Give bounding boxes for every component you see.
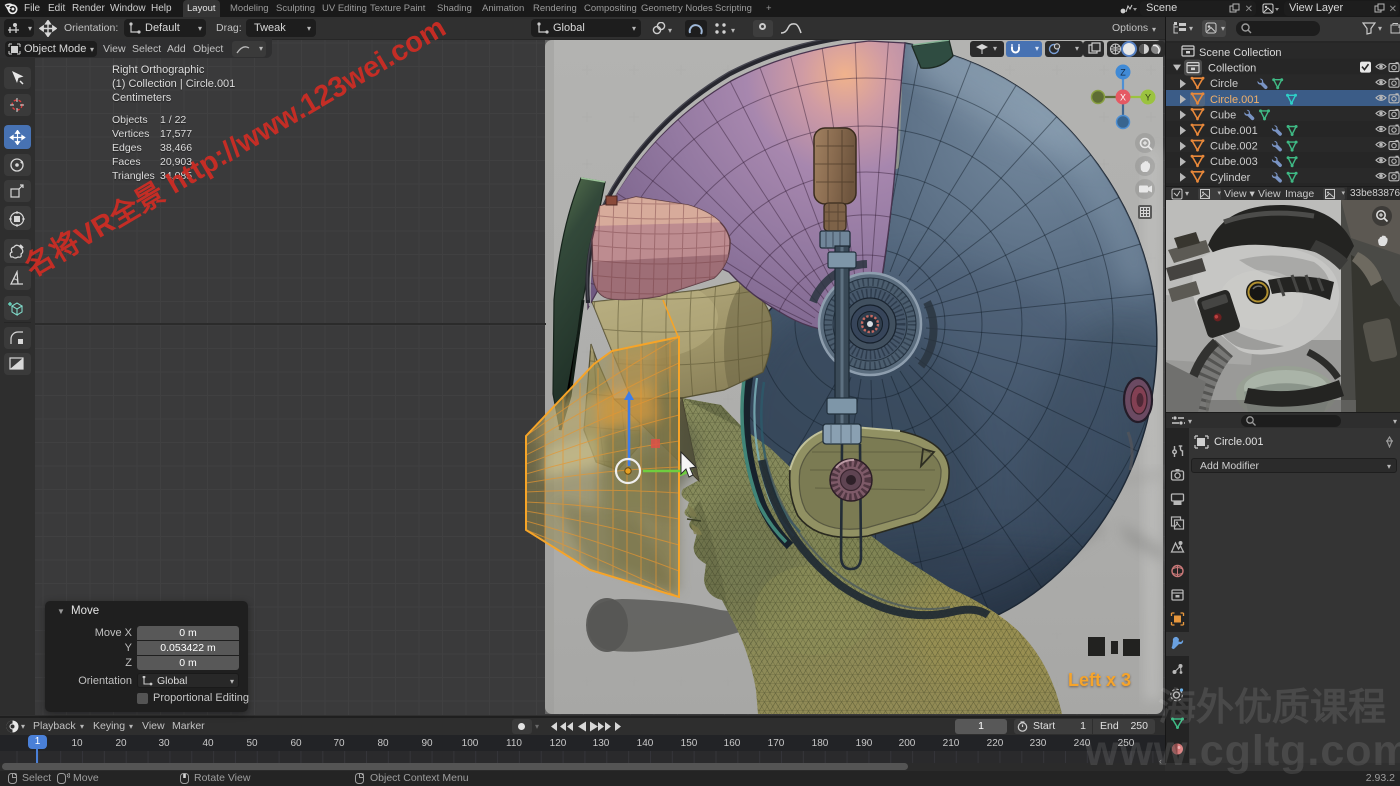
- svg-text:Scene Collection: Scene Collection: [1199, 47, 1282, 59]
- svg-text:Circle.001: Circle.001: [1210, 94, 1260, 106]
- svg-text:Cube.002: Cube.002: [1210, 141, 1258, 153]
- svg-text:Z: Z: [1120, 68, 1126, 78]
- svg-text:Collection: Collection: [1208, 63, 1256, 75]
- svg-text:Cube.001: Cube.001: [1210, 125, 1258, 137]
- svg-text:Cylinder: Cylinder: [1210, 172, 1251, 184]
- svg-text:Y: Y: [1145, 93, 1151, 103]
- svg-text:Cube.003: Cube.003: [1210, 156, 1258, 168]
- svg-text:Cube: Cube: [1210, 109, 1236, 121]
- svg-text:X: X: [1120, 93, 1126, 103]
- svg-text:Circle: Circle: [1210, 78, 1238, 90]
